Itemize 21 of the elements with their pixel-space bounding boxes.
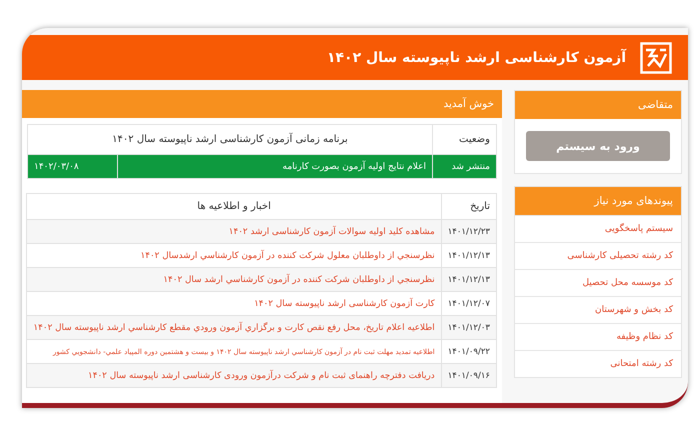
sidebar-link[interactable]: سیستم پاسخگویی (515, 215, 681, 242)
logo-icon (640, 42, 672, 74)
table-cell: منتشر شد (432, 154, 496, 178)
table-header: تاریخ (441, 194, 496, 220)
panel-title: متقاضی (515, 91, 681, 119)
table-header: برنامه زمانی آزمون کارشناسی ارشد ناپیوسته سال ۱۴۰۲ (28, 124, 432, 154)
panel-title: خوش آمدید (22, 90, 502, 118)
table-header: وضعیت (432, 124, 496, 154)
panel-title: پیوندهای مورد نیاز (515, 187, 681, 215)
table-cell: ۱۴۰۱/۰۹/۱۶ (441, 364, 496, 388)
table-header: اخبار و اطلاعیه ها (26, 194, 442, 220)
table-cell: اعلام نتایج اولیه آزمون بصورت کارنامه (118, 154, 432, 178)
sidebar-link[interactable]: کد موسسه محل تحصیل (515, 269, 681, 296)
sidebar-link[interactable]: کد رشته تحصیلی کارشناسی (515, 242, 681, 269)
sidebar-link[interactable]: کد رشته امتحانی (515, 350, 681, 377)
news-link[interactable]: دریافت دفترچه راهنمای ثبت نام و شرکت درآزمون ورودی کارشناسی ارشد ناپیوسته سال ۱۴۰۲ (26, 364, 442, 388)
login-button[interactable]: ورود به سیستم (526, 131, 670, 161)
sidebar-link[interactable]: کد بخش و شهرستان (515, 296, 681, 323)
sidebar-link[interactable]: کد نظام وظیفه (515, 323, 681, 350)
table-cell: ۱۴۰۲/۰۳/۰۸ (28, 154, 118, 178)
page-title: آزمون کارشناسی ارشد ناپیوسته سال ۱۴۰۲ (326, 50, 626, 66)
